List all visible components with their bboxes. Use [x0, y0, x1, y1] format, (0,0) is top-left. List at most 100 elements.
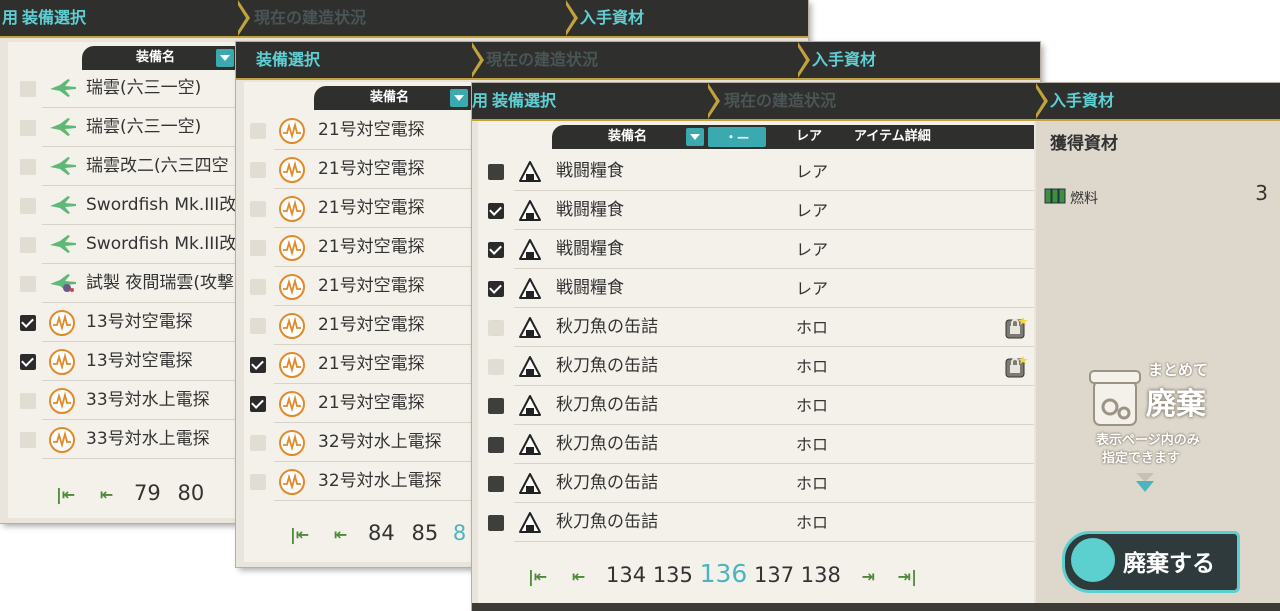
- list-item[interactable]: 瑞雲改二(六三四空: [8, 147, 236, 186]
- select-checkbox[interactable]: [488, 241, 504, 258]
- current-page-number[interactable]: 136: [700, 559, 748, 589]
- select-checkbox[interactable]: [488, 202, 504, 219]
- select-checkbox[interactable]: [250, 239, 266, 256]
- sort-dropdown-button[interactable]: [216, 49, 234, 67]
- list-item[interactable]: 秋刀魚の缶詰 ホロ: [478, 464, 1034, 503]
- page-number[interactable]: 85: [411, 518, 438, 548]
- tab-equip-select[interactable]: 装備選択: [256, 42, 320, 78]
- next-page-icon[interactable]: ⇥: [862, 562, 875, 592]
- list-item[interactable]: Swordfish Mk.III改: [8, 186, 236, 225]
- list-item[interactable]: 秋刀魚の缶詰 ホロ: [478, 425, 1034, 464]
- list-item[interactable]: 秋刀魚の缶詰 ホロ: [478, 386, 1034, 425]
- prev-page-icon[interactable]: ⇤: [572, 562, 585, 592]
- filter-button[interactable]: ・—: [708, 127, 766, 147]
- select-checkbox[interactable]: [250, 395, 266, 412]
- list-item[interactable]: 秋刀魚の缶詰 ホロ: [478, 308, 1034, 347]
- select-checkbox[interactable]: [20, 236, 36, 253]
- list-item[interactable]: Swordfish Mk.III改: [8, 225, 236, 264]
- page-number[interactable]: 138: [801, 560, 841, 590]
- select-checkbox[interactable]: [488, 475, 504, 492]
- select-checkbox[interactable]: [488, 358, 504, 375]
- list-item[interactable]: 13号対空電探: [8, 303, 236, 342]
- select-checkbox[interactable]: [20, 392, 36, 409]
- select-checkbox[interactable]: [20, 80, 36, 97]
- list-item[interactable]: 試製 夜間瑞雲(攻撃: [8, 264, 236, 303]
- select-checkbox[interactable]: [250, 317, 266, 334]
- tab-equip-select[interactable]: 装備選択: [22, 0, 86, 36]
- select-checkbox[interactable]: [250, 434, 266, 451]
- list-item[interactable]: 瑞雲(六三一空): [8, 108, 236, 147]
- equipment-name: 瑞雲(六三一空): [86, 117, 202, 137]
- bulk-discard-hint[interactable]: まとめて 廃棄 表示ページ内のみ 指定できます: [1088, 359, 1228, 469]
- first-page-icon[interactable]: |⇤: [56, 480, 75, 510]
- select-checkbox[interactable]: [488, 163, 504, 180]
- page-number[interactable]: 135: [653, 560, 693, 590]
- page-number[interactable]: 137: [754, 560, 794, 590]
- item-onigiri-icon: [516, 509, 544, 537]
- tab-equip-select[interactable]: 装備選択: [492, 83, 556, 119]
- list-item[interactable]: 21号対空電探: [244, 267, 472, 306]
- list-item[interactable]: 秋刀魚の缶詰 ホロ: [478, 503, 1034, 542]
- list-item[interactable]: 戦闘糧食 レア: [478, 152, 1034, 191]
- page-number[interactable]: 80: [177, 478, 204, 508]
- select-checkbox[interactable]: [20, 431, 36, 448]
- list-item[interactable]: 21号対空電探: [244, 345, 472, 384]
- select-checkbox[interactable]: [488, 319, 504, 336]
- page-number[interactable]: 84: [368, 518, 395, 548]
- first-page-icon[interactable]: |⇤: [290, 520, 309, 550]
- list-item[interactable]: 秋刀魚の缶詰 ホロ: [478, 347, 1034, 386]
- tab-resources[interactable]: 入手資材: [1050, 83, 1114, 119]
- list-item[interactable]: 21号対空電探: [244, 228, 472, 267]
- select-checkbox[interactable]: [20, 197, 36, 214]
- select-checkbox[interactable]: [488, 397, 504, 414]
- select-checkbox[interactable]: [250, 278, 266, 295]
- list-item[interactable]: 33号対水上電探: [8, 420, 236, 459]
- list-item[interactable]: 21号対空電探: [244, 111, 472, 150]
- select-checkbox[interactable]: [20, 353, 36, 370]
- select-checkbox[interactable]: [20, 314, 36, 331]
- page-number[interactable]: 79: [134, 478, 161, 508]
- page-number[interactable]: 134: [606, 560, 646, 590]
- list-item[interactable]: 戦闘糧食 レア: [478, 269, 1034, 308]
- tab-resources[interactable]: 入手資材: [580, 0, 644, 36]
- tab-construction[interactable]: 現在の建造状況: [254, 0, 366, 36]
- page-number[interactable]: 8: [453, 518, 466, 548]
- list-item[interactable]: 21号対空電探: [244, 150, 472, 189]
- select-checkbox[interactable]: [20, 275, 36, 292]
- tab-construction[interactable]: 現在の建造状況: [486, 42, 598, 78]
- prev-page-icon[interactable]: ⇤: [100, 480, 113, 510]
- select-checkbox[interactable]: [250, 473, 266, 490]
- select-checkbox[interactable]: [488, 436, 504, 453]
- last-page-icon[interactable]: ⇥|: [898, 562, 917, 592]
- select-checkbox[interactable]: [250, 161, 266, 178]
- list-item[interactable]: 21号対空電探: [244, 384, 472, 423]
- list-item[interactable]: 13号対空電探: [8, 342, 236, 381]
- select-checkbox[interactable]: [250, 200, 266, 217]
- scrap-button[interactable]: 廃棄する: [1062, 531, 1240, 593]
- tab-separator: [796, 42, 810, 78]
- sort-dropdown-button[interactable]: [450, 89, 468, 107]
- select-checkbox[interactable]: [20, 158, 36, 175]
- select-checkbox[interactable]: [488, 514, 504, 531]
- first-page-icon[interactable]: |⇤: [528, 562, 547, 592]
- list-item[interactable]: 戦闘糧食 レア: [478, 230, 1034, 269]
- list-item[interactable]: 32号対水上電探: [244, 462, 472, 501]
- equipment-name: 32号対水上電探: [318, 432, 442, 452]
- tab-construction[interactable]: 現在の建造状況: [724, 83, 836, 119]
- list-item[interactable]: 32号対水上電探: [244, 423, 472, 462]
- item-onigiri-icon: [516, 275, 544, 303]
- list-item[interactable]: 33号対水上電探: [8, 381, 236, 420]
- select-checkbox[interactable]: [488, 280, 504, 297]
- select-checkbox[interactable]: [250, 356, 266, 373]
- list-item[interactable]: 瑞雲(六三一空): [8, 69, 236, 108]
- lock-icon[interactable]: [1004, 355, 1028, 383]
- lock-icon[interactable]: [1004, 316, 1028, 344]
- select-checkbox[interactable]: [250, 122, 266, 139]
- list-item[interactable]: 21号対空電探: [244, 189, 472, 228]
- select-checkbox[interactable]: [20, 119, 36, 136]
- list-item[interactable]: 21号対空電探: [244, 306, 472, 345]
- sort-dropdown-button[interactable]: [686, 128, 704, 146]
- prev-page-icon[interactable]: ⇤: [334, 520, 347, 550]
- list-item[interactable]: 戦闘糧食 レア: [478, 191, 1034, 230]
- tab-resources[interactable]: 入手資材: [812, 42, 876, 78]
